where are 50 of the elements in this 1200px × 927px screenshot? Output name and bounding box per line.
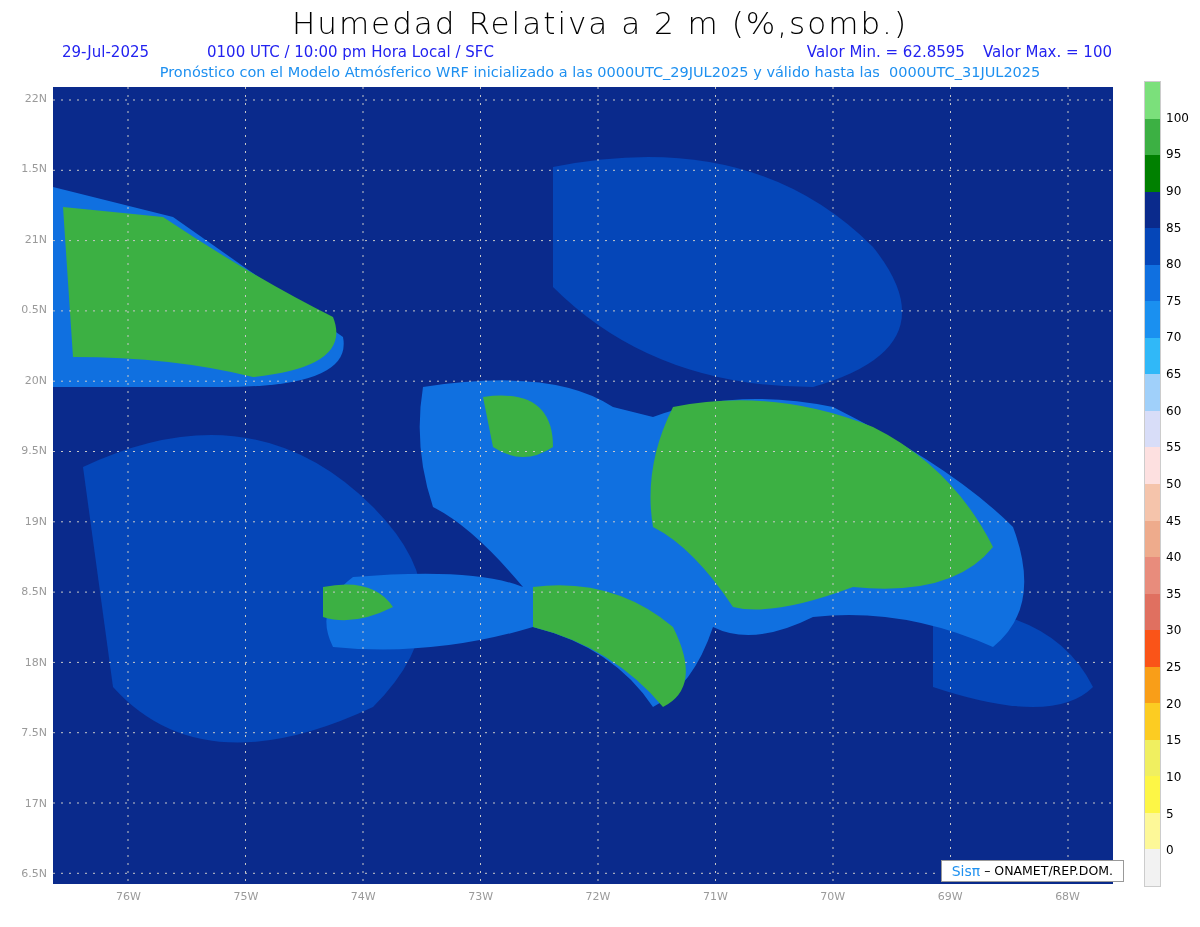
forecast-time: 0100 UTC / 10:00 pm Hora Local / SFC <box>207 42 494 62</box>
latitude-label: 7.5N <box>21 725 47 742</box>
scale-label: 60 <box>1166 403 1182 418</box>
scale-label: 5 <box>1166 806 1174 821</box>
longitude-label: 76W <box>116 890 141 905</box>
max-value: Valor Max. = 100 <box>982 42 1112 62</box>
latitude-label: 17N <box>24 795 47 812</box>
scale-label: 75 <box>1166 293 1182 308</box>
latitude-label: 21N <box>24 231 47 248</box>
logo-text: Sisπ <box>951 861 981 881</box>
longitude-label: 75W <box>233 890 259 905</box>
scale-label: 20 <box>1166 696 1182 711</box>
scale-label: 55 <box>1166 440 1182 455</box>
scale-label: 85 <box>1166 220 1182 235</box>
latitude-label: 22N <box>24 91 47 107</box>
longitude-label: 69W <box>937 890 963 905</box>
min-value: Valor Min. = 62.8595 <box>806 42 965 62</box>
scale-label: 50 <box>1166 476 1182 491</box>
scale-label: 70 <box>1166 330 1182 345</box>
scale-label: 95 <box>1166 147 1182 162</box>
latitude-label: 18N <box>24 654 47 671</box>
scale-label: 10 <box>1166 769 1182 784</box>
longitude-label: 70W <box>820 890 846 905</box>
map-title: Humedad Relativa a 2 m (%,somb.) <box>291 4 909 42</box>
forecast-date: 29-Jul-2025 <box>62 42 150 62</box>
latitude-label: 19N <box>24 513 47 530</box>
scale-label: 100 <box>1166 110 1189 125</box>
scale-label: 30 <box>1166 623 1182 638</box>
longitude-label: 72W <box>585 890 611 905</box>
scale-label: 90 <box>1166 183 1182 198</box>
longitude-label: 74W <box>350 890 376 905</box>
scale-label: 15 <box>1166 733 1182 748</box>
latitude-label: 20N <box>24 372 47 389</box>
longitude-label: 71W <box>702 890 728 905</box>
latitude-label: 9.5N <box>21 443 47 460</box>
scale-label: 45 <box>1166 513 1182 528</box>
scale-label: 0 <box>1166 843 1174 858</box>
latitude-label: 8.5N <box>21 584 47 601</box>
scale-label: 65 <box>1166 367 1182 381</box>
latitude-label: 6.5N <box>21 866 47 882</box>
longitude-label: 73W <box>468 890 494 905</box>
latitude-label: 1.5N <box>21 161 47 178</box>
scale-label: 25 <box>1166 660 1182 674</box>
scale-label: 80 <box>1166 257 1182 272</box>
scale-label: 35 <box>1166 586 1182 601</box>
scale-label: 40 <box>1166 550 1182 565</box>
longitude-label: 68W <box>1055 890 1080 905</box>
latitude-label: 0.5N <box>21 302 47 319</box>
model-description: Pronóstico con el Modelo Atmósferico WRF inicializado a las 0000UTC_29JUL2025 y válido hasta las 0000UTC_31JUL2025 <box>159 63 1041 82</box>
credit-text: – ONAMET/REP.DOM. <box>984 861 1113 880</box>
